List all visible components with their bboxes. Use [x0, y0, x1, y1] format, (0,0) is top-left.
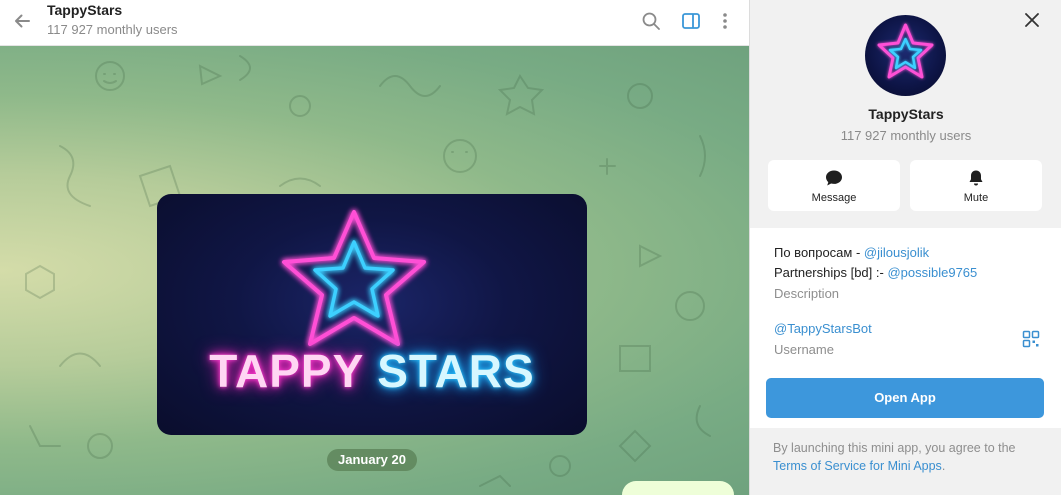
message-bubble-icon — [826, 170, 842, 186]
message-preview: · · · — [634, 490, 658, 495]
qr-code-icon — [1022, 330, 1040, 348]
open-app-section: Open App — [750, 366, 1061, 428]
mute-button-label: Mute — [963, 192, 989, 204]
terms-link[interactable]: Terms of Service for Mini Apps — [773, 459, 942, 473]
chat-background: TAPPY STARS January 20 · · · — [0, 46, 749, 495]
date-separator: January 20 — [327, 449, 417, 471]
message-bubble[interactable]: · · · — [622, 481, 734, 495]
banner-wordmark: TAPPY STARS — [157, 344, 587, 398]
chat-title[interactable]: TappyStars — [47, 2, 122, 18]
open-app-button[interactable]: Open App — [766, 378, 1044, 418]
username-link[interactable]: @TappyStarsBot — [774, 321, 872, 336]
description-caption: Description — [774, 286, 840, 301]
chat-subtitle: 117 927 monthly users — [47, 22, 178, 37]
profile-title: TappyStars — [868, 106, 944, 122]
contact-link-2[interactable]: @possible9765 — [887, 265, 977, 280]
tappystars-banner[interactable]: TAPPY STARS — [157, 194, 587, 435]
terms-notice: By launching this mini app, you agree to… — [773, 439, 1048, 475]
description-text-2: Partnerships [bd] :- — [774, 265, 888, 280]
sidebar-toggle-button[interactable] — [679, 9, 703, 33]
back-button[interactable] — [10, 9, 34, 33]
close-icon — [1025, 13, 1039, 27]
close-button[interactable] — [1021, 9, 1043, 31]
description-text-1: По вопросам - — [774, 245, 864, 260]
profile-subtitle: 117 927 monthly users — [840, 128, 972, 143]
back-arrow-icon — [15, 14, 30, 28]
info-section: По вопросам - @jilousjolik Partnerships … — [750, 228, 1061, 366]
profile-panel: TappyStars 117 927 monthly users Message… — [749, 0, 1061, 495]
search-button[interactable] — [639, 9, 663, 33]
chat-header: TappyStars 117 927 monthly users — [0, 0, 749, 46]
banner-word-stars: STARS — [377, 345, 535, 397]
description-line-2: Partnerships [bd] :- @possible9765 — [774, 265, 977, 280]
terms-suffix: . — [941, 459, 946, 473]
terms-text: By launching this mini app, you agree to… — [773, 441, 1016, 455]
message-button[interactable]: Message — [768, 160, 900, 211]
banner-word-tappy: TAPPY — [209, 345, 364, 397]
neon-star-icon — [282, 210, 426, 346]
mute-button[interactable]: Mute — [910, 160, 1042, 211]
description-line-1: По вопросам - @jilousjolik — [774, 245, 929, 260]
sidebar-toggle-icon — [682, 13, 700, 29]
bell-icon — [969, 170, 983, 186]
avatar[interactable] — [865, 15, 946, 96]
neon-star-icon — [877, 23, 934, 79]
username-caption: Username — [774, 342, 834, 357]
message-button-label: Message — [811, 192, 857, 204]
contact-link-1[interactable]: @jilousjolik — [864, 245, 929, 260]
qr-code-button[interactable] — [1022, 330, 1040, 348]
more-vertical-icon — [723, 13, 727, 29]
search-icon — [642, 12, 660, 30]
more-button[interactable] — [713, 9, 737, 33]
chat-area: TappyStars 117 927 monthly users TAPPY S… — [0, 0, 749, 495]
